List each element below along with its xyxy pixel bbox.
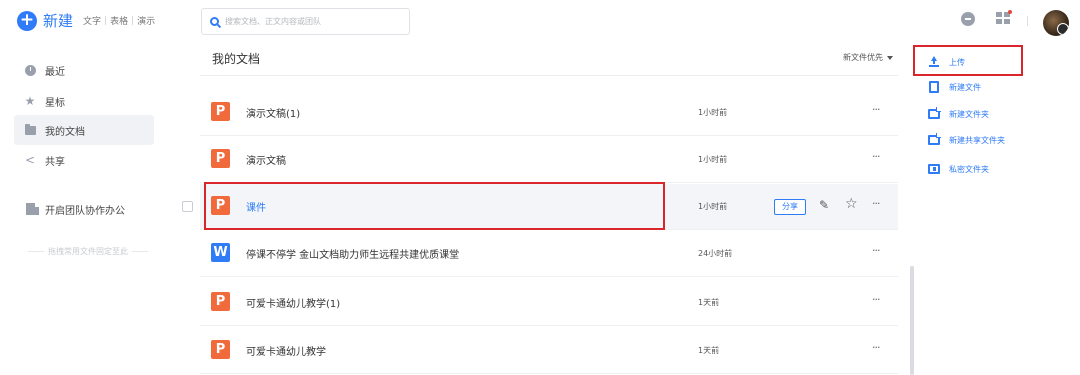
new-button[interactable]: 新建 <box>43 10 73 31</box>
separator: | <box>104 15 108 26</box>
search-input[interactable] <box>225 17 395 26</box>
file-time: 1天前 <box>698 298 720 307</box>
new-types: 文字 | 表格 | 演示 <box>83 14 155 28</box>
more-options-icon[interactable]: ··· <box>872 103 880 116</box>
pin-drop-hint: 拖拽常用文件固定至此 <box>28 246 148 257</box>
search-box[interactable] <box>201 8 410 35</box>
sidebar-item-recent[interactable]: 最近 <box>14 55 154 85</box>
new-sheet-link[interactable]: 表格 <box>110 14 128 27</box>
scrollbar[interactable] <box>910 266 914 375</box>
more-options-icon[interactable]: ··· <box>872 293 880 306</box>
more-options-icon[interactable]: ··· <box>872 150 880 163</box>
file-name[interactable]: 可爱卡通幼儿教学(1) <box>246 295 340 310</box>
new-folder-button[interactable]: 新建文件夹 <box>928 107 989 120</box>
sidebar-item-team[interactable]: 开启团队协作办公 <box>14 194 154 224</box>
presentation-file-icon: P <box>211 149 230 168</box>
file-row[interactable]: P 演示文稿(1) 1小时前 ··· <box>200 90 898 136</box>
file-row[interactable]: P 演示文稿 1小时前 ··· <box>200 137 898 183</box>
private-folder-button[interactable]: 私密文件夹 <box>928 163 989 175</box>
new-shared-folder-icon <box>928 133 941 146</box>
new-file-button[interactable]: 新建文件 <box>928 81 981 93</box>
presentation-file-icon: P <box>211 196 230 215</box>
new-slides-link[interactable]: 演示 <box>137 14 155 27</box>
page-title: 我的文档 <box>212 52 261 66</box>
select-checkbox[interactable] <box>182 201 193 212</box>
file-name[interactable]: 演示文稿 <box>246 152 286 167</box>
clock-icon <box>24 64 36 76</box>
presentation-file-icon: P <box>211 102 230 121</box>
apps-grid-icon[interactable] <box>996 12 1010 24</box>
file-name[interactable]: 演示文稿(1) <box>246 105 300 120</box>
edit-icon[interactable]: ✎ <box>819 198 829 212</box>
new-text-doc-link[interactable]: 文字 <box>83 14 101 27</box>
file-row[interactable]: P 课件 1小时前 分享 ✎ ☆ ··· <box>182 184 898 230</box>
sidebar-item-my-documents[interactable]: 我的文档 <box>14 115 154 145</box>
sort-dropdown[interactable]: 新文件优先 <box>843 52 893 63</box>
sidebar-item-label: 开启团队协作办公 <box>45 205 125 217</box>
more-options-icon[interactable]: ··· <box>872 244 880 257</box>
private-folder-icon <box>928 163 940 175</box>
caret-down-icon <box>887 55 893 60</box>
upload-icon <box>928 56 940 68</box>
document-file-icon: W <box>211 243 230 262</box>
separator: | <box>131 15 135 26</box>
new-shared-folder-button[interactable]: 新建共享文件夹 <box>928 133 1005 146</box>
new-file-icon <box>928 81 940 93</box>
sidebar-item-label: 我的文档 <box>45 126 85 138</box>
star-icon: ★ <box>24 94 36 108</box>
upload-button[interactable]: 上传 <box>928 56 965 68</box>
chat-icon[interactable] <box>961 12 975 26</box>
share-icon: < <box>24 153 36 167</box>
more-options-icon[interactable]: ··· <box>872 341 880 354</box>
file-name[interactable]: 课件 <box>246 199 266 214</box>
search-icon <box>210 17 219 26</box>
sidebar-item-shared[interactable]: < 共享 <box>14 145 154 175</box>
divider <box>200 75 898 76</box>
sidebar-item-starred[interactable]: ★ 星标 <box>14 86 154 116</box>
star-icon[interactable]: ☆ <box>845 196 858 212</box>
file-time: 1小时前 <box>698 155 728 164</box>
sidebar-item-label: 最近 <box>45 66 65 78</box>
new-menu[interactable]: + 新建 文字 | 表格 | 演示 <box>17 10 155 31</box>
file-time: 1天前 <box>698 346 720 355</box>
file-row[interactable]: W 停课不停学 金山文档助力师生远程共建优质课堂 24小时前 ··· <box>200 231 898 277</box>
share-button[interactable]: 分享 <box>774 199 806 215</box>
plus-icon[interactable]: + <box>17 10 37 31</box>
file-time: 1小时前 <box>698 108 728 117</box>
divider <box>1027 16 1028 26</box>
file-name[interactable]: 停课不停学 金山文档助力师生远程共建优质课堂 <box>246 246 459 261</box>
sidebar: + 新建 文字 | 表格 | 演示 最近 ★ 星标 我的文档 < 共享 开启团队… <box>0 0 170 375</box>
more-options-icon[interactable]: ··· <box>872 197 880 210</box>
file-time: 24小时前 <box>698 249 733 258</box>
file-time: 1小时前 <box>698 202 728 211</box>
presentation-file-icon: P <box>211 292 230 311</box>
presentation-file-icon: P <box>211 340 230 359</box>
avatar[interactable] <box>1043 10 1069 36</box>
new-folder-icon <box>928 107 941 120</box>
sidebar-item-label: 共享 <box>45 156 65 168</box>
notification-dot <box>1008 10 1012 14</box>
file-name[interactable]: 可爱卡通幼儿教学 <box>246 343 326 358</box>
file-row[interactable]: P 可爱卡通幼儿教学 1天前 ··· <box>200 328 898 374</box>
file-row[interactable]: P 可爱卡通幼儿教学(1) 1天前 ··· <box>200 280 898 326</box>
building-icon <box>24 203 39 215</box>
folder-icon <box>24 123 36 136</box>
sidebar-item-label: 星标 <box>45 97 65 109</box>
